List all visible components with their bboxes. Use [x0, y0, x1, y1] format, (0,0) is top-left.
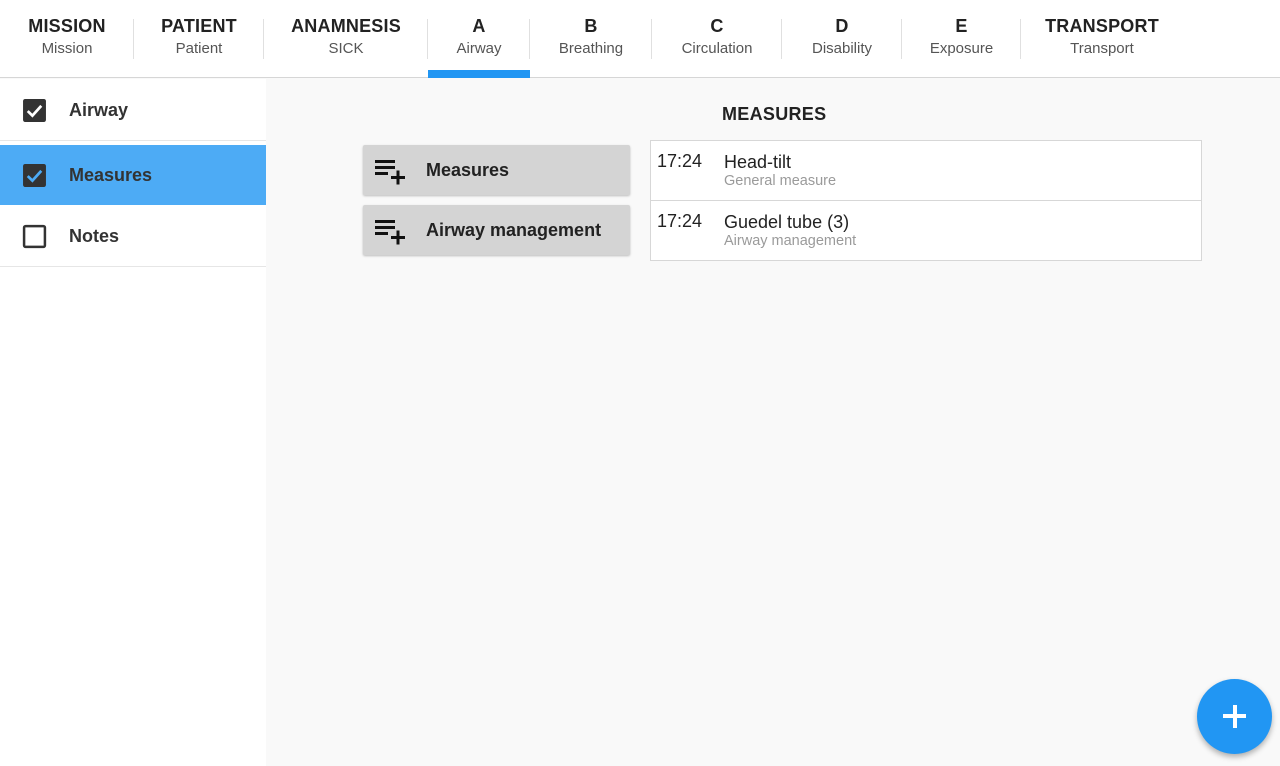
playlist-add-icon — [375, 220, 405, 245]
tab-transport[interactable]: TRANSPORT Transport — [1021, 0, 1183, 78]
tab-subtitle: Transport — [1070, 40, 1134, 57]
divider — [0, 140, 266, 141]
add-fab-button[interactable] — [1197, 679, 1272, 754]
add-icon — [1232, 704, 1237, 728]
add-measures-button[interactable]: Measures — [363, 145, 630, 195]
tab-airway[interactable]: A Airway — [428, 0, 530, 78]
tab-title: E — [955, 16, 968, 36]
top-tab-bar: MISSION Mission PATIENT Patient ANAMNESI… — [0, 0, 1280, 78]
entry-title: Head-tilt — [724, 152, 792, 172]
list-item[interactable]: 17:24 Guedel tube (3) Airway management — [650, 200, 1202, 261]
playlist-add-icon — [375, 160, 405, 185]
entry-time: 17:24 — [657, 151, 703, 171]
button-label: Airway management — [426, 219, 602, 240]
tab-title: B — [584, 16, 598, 36]
entry-subtitle: General measure — [724, 173, 837, 189]
checkbox-checked-icon[interactable] — [22, 98, 47, 123]
tab-mission[interactable]: MISSION Mission — [0, 0, 134, 78]
tab-disability[interactable]: D Disability — [782, 0, 902, 78]
entry-time: 17:24 — [657, 211, 703, 231]
button-label: Measures — [426, 159, 510, 180]
tab-circulation[interactable]: C Circulation — [652, 0, 782, 78]
tab-subtitle: SICK — [328, 40, 364, 57]
tab-title: C — [710, 16, 724, 36]
list-item[interactable]: 17:24 Head-tilt General measure — [650, 140, 1202, 201]
tab-patient[interactable]: PATIENT Patient — [134, 0, 264, 78]
tab-title: PATIENT — [161, 16, 237, 36]
tab-subtitle: Breathing — [558, 40, 624, 57]
tab-subtitle: Airway — [456, 40, 502, 57]
measures-list: 17:24 Head-tilt General measure 17:24 Gu… — [650, 140, 1202, 261]
checkbox-unchecked-icon[interactable] — [22, 224, 47, 249]
sidebar-item-measures[interactable]: Measures — [0, 145, 266, 205]
tab-title: A — [472, 16, 486, 36]
tab-title: TRANSPORT — [1045, 16, 1159, 36]
tab-title: MISSION — [28, 16, 106, 36]
tab-title: D — [835, 16, 849, 36]
entry-subtitle: Airway management — [724, 233, 857, 249]
tab-subtitle: Circulation — [681, 40, 753, 57]
tab-anamnesis[interactable]: ANAMNESIS SICK — [264, 0, 428, 78]
section-title: MEASURES — [722, 104, 827, 124]
divider — [0, 266, 266, 267]
sidebar-item-label: Airway — [69, 99, 129, 120]
sidebar-item-label: Notes — [69, 226, 120, 246]
tab-subtitle: Patient — [175, 40, 223, 57]
sidebar-item-airway[interactable]: Airway — [0, 79, 266, 141]
tab-subtitle: Mission — [41, 40, 93, 57]
sidebar-item-label: Measures — [69, 164, 153, 185]
tab-breathing[interactable]: B Breathing — [530, 0, 652, 78]
checkbox-checked-icon[interactable] — [22, 163, 47, 188]
active-tab-indicator — [428, 70, 530, 78]
tab-subtitle: Exposure — [929, 40, 994, 57]
tab-subtitle: Disability — [811, 40, 872, 57]
sidebar: Airway Measures Notes — [0, 79, 266, 766]
tab-title: ANAMNESIS — [291, 16, 401, 36]
add-airway-management-button[interactable]: Airway management — [363, 205, 630, 255]
tab-exposure[interactable]: E Exposure — [902, 0, 1021, 78]
sidebar-item-notes[interactable]: Notes — [0, 206, 266, 267]
entry-title: Guedel tube (3) — [724, 212, 850, 232]
